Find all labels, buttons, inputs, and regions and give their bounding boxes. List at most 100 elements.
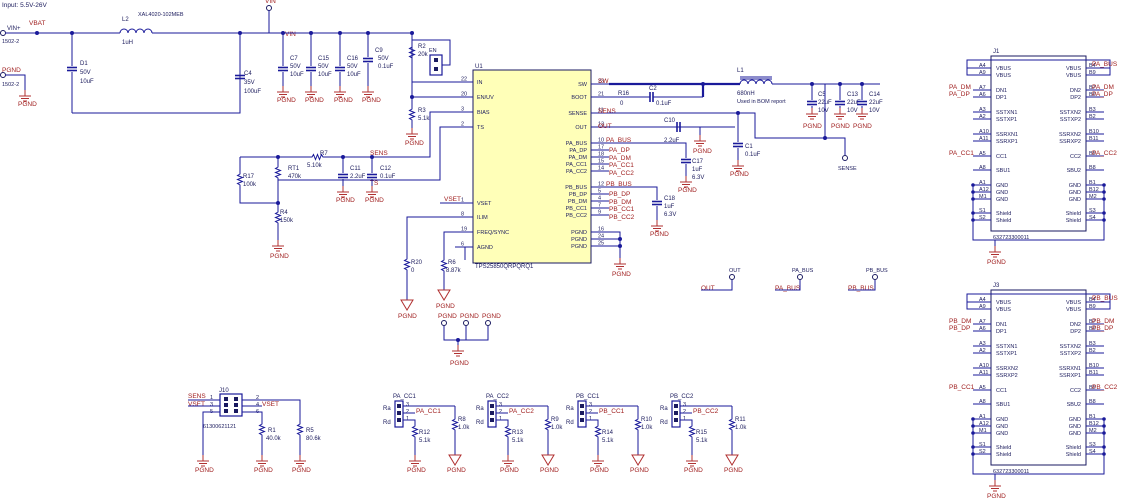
pgnd-r1: PGND: [254, 467, 273, 474]
l1-ref: L1: [737, 68, 744, 74]
u1-pin-name: PA_DM: [568, 155, 587, 161]
u1-pin-name: AGND: [477, 245, 493, 251]
u1-pin-num: 19: [461, 227, 467, 233]
usb-pin-name: SSTXP2: [1060, 351, 1081, 357]
r2-value: 20k: [418, 52, 429, 58]
usb-connector-j3: J3632723300011A4 VBUSA9 VBUSA7 DN1A6 DP1A3 SS…: [949, 283, 1118, 500]
c12-value: 0.1uF: [380, 174, 396, 180]
usb-pin-num: B9: [1089, 304, 1096, 310]
ts-network: R7 5.10k SENS TS RT1 470k R17 100k R4 15…: [237, 150, 396, 260]
c9-v1: 50V: [378, 56, 389, 62]
r1-ref: R1: [268, 428, 276, 434]
cc-header-ref: PA_CC2: [486, 394, 510, 400]
pgnd-r6: PGND: [436, 303, 455, 310]
usb-pin-name: SSRXN2: [1059, 132, 1081, 138]
pgnd-c18: PGND: [650, 231, 669, 238]
u1-pin-num: 14: [598, 166, 604, 172]
usb-pin-name: SSRXN2: [996, 366, 1018, 372]
capacitor-d1: D1 50V 10uF: [66, 33, 94, 113]
usb-pin-num: B3: [1089, 341, 1096, 347]
usb-pin-name: CC2: [1070, 154, 1081, 160]
u1-pin-num: 15: [598, 159, 604, 165]
usb-pin-num: A9: [979, 304, 986, 310]
usb-net-right: PA_CC2: [1092, 150, 1117, 157]
usb-pin-name: SBU2: [1067, 402, 1081, 408]
c4-v2: 100uF: [244, 89, 261, 95]
svg-text:1: 1: [589, 416, 592, 422]
cc-rpu-ref: R11: [735, 417, 746, 423]
usb-net-left: PB_DP: [949, 325, 970, 332]
cc-rd-label: Rd: [660, 420, 668, 426]
r6-ref: R6: [448, 260, 456, 266]
c16-ref: C16: [347, 56, 359, 62]
en-label: EN: [429, 48, 437, 54]
usb-pin-num: A6: [979, 92, 986, 98]
pgnd-c15: PGND: [305, 97, 324, 104]
usb-pin-name: VBUS: [1066, 307, 1081, 313]
j10-part: 61300621121: [203, 424, 236, 430]
pgnd-connector: PGND 1502-2 PGND: [0, 67, 37, 108]
c16-v2: 10uF: [347, 72, 361, 78]
u1-pin-name: VSET: [477, 201, 492, 207]
pa-dm-net: PA_DM: [609, 155, 631, 162]
r3-value: 5.1k: [418, 116, 430, 122]
d1-v2: 10uF: [80, 79, 94, 85]
pgnd-c11: PGND: [336, 197, 355, 204]
c13-v2: 10V: [847, 108, 858, 114]
j10-ref: J10: [219, 388, 229, 394]
u1-chip: U1 TPS25850QRPQRQ1 22 IN 20 EN/UV 3 BIAS 2 TS 1 V…: [455, 64, 609, 270]
schematic-canvas: Input: 5.5V-26V VIN+ 1502-2 VBAT L2 1uH …: [0, 0, 1118, 500]
usb-pin-name: Shield: [996, 445, 1011, 451]
usb-pin-num: A2: [979, 348, 986, 354]
usb-pin-name: SSRXP2: [996, 373, 1018, 379]
vset-j10: VSET: [188, 401, 205, 408]
c11-ref: C11: [350, 166, 361, 172]
l1-note: Used in BOM report: [737, 99, 786, 105]
cc-pgnd: PGND: [590, 467, 609, 474]
svg-text:1: 1: [406, 416, 409, 422]
resistor-r3: R3 5.1k PGND: [405, 97, 430, 147]
usb-pgnd: PGND: [987, 259, 1006, 266]
pgnd-tie-main: PGND: [450, 360, 469, 367]
cc-header-ref: PA_CC1: [393, 394, 417, 400]
r3-ref: R3: [418, 108, 426, 114]
resistor-r6: R6 8.87k PGND: [436, 231, 462, 310]
vset-j10-right: VSET: [262, 401, 279, 408]
usb-pin-name: GND: [996, 190, 1008, 196]
u1-part: TPS25850QRPQRQ1: [475, 264, 534, 270]
usb-net-left: PA_DM: [949, 84, 971, 91]
cc-net: PA_CC1: [416, 408, 441, 415]
cc-header-ref: PB_CC1: [576, 394, 600, 400]
usb-pin-name: SBU2: [1067, 168, 1081, 174]
l2-value: 1uH: [122, 40, 133, 46]
vin-net-label: VIN: [285, 31, 296, 38]
c18-v1: 1uF: [664, 204, 675, 210]
d1-v1: 50V: [80, 70, 91, 76]
usb-pin-name: CC1: [996, 388, 1007, 394]
usb-pin-name: VBUS: [996, 66, 1011, 72]
u1-pin-name: PA_CC1: [566, 162, 587, 168]
usb-net-left: PA_DP: [949, 91, 970, 98]
capacitor-c5: C5 22uF 10V PGND: [803, 84, 832, 130]
usb-pin-name: Shield: [1066, 452, 1081, 458]
usb-pin-num: A6: [979, 326, 986, 332]
usb-pin-name: SBU1: [996, 402, 1010, 408]
cc-header-1: PA_CC1RaRd321PA_CC1R125.1kPGNDR81.0kPGND: [383, 394, 470, 474]
ts-net-label: TS: [370, 180, 379, 187]
pb-dp-net: PB_DP: [609, 191, 630, 198]
vin-testpoint: VIN: [265, 0, 276, 33]
usb-net-right: PB_BUS: [1092, 295, 1118, 302]
pgnd-c7: PGND: [277, 97, 296, 104]
cc-pgnd: PGND: [630, 467, 649, 474]
usb-pin-num: A11: [979, 370, 988, 376]
pb-bus-offpage: PB_BUS: [848, 285, 874, 292]
pgnd-r5: PGND: [292, 467, 311, 474]
u1-pin-num: 24: [598, 234, 604, 240]
cc-rd-label: Rd: [476, 420, 484, 426]
c4-ref: C4: [244, 71, 252, 77]
r20-value: 0: [411, 268, 415, 274]
svg-text:3: 3: [210, 402, 213, 408]
r7-ref: R7: [320, 151, 328, 157]
usb-pin-name: DN2: [1070, 88, 1081, 94]
u1-pin-num: 18: [598, 152, 604, 158]
